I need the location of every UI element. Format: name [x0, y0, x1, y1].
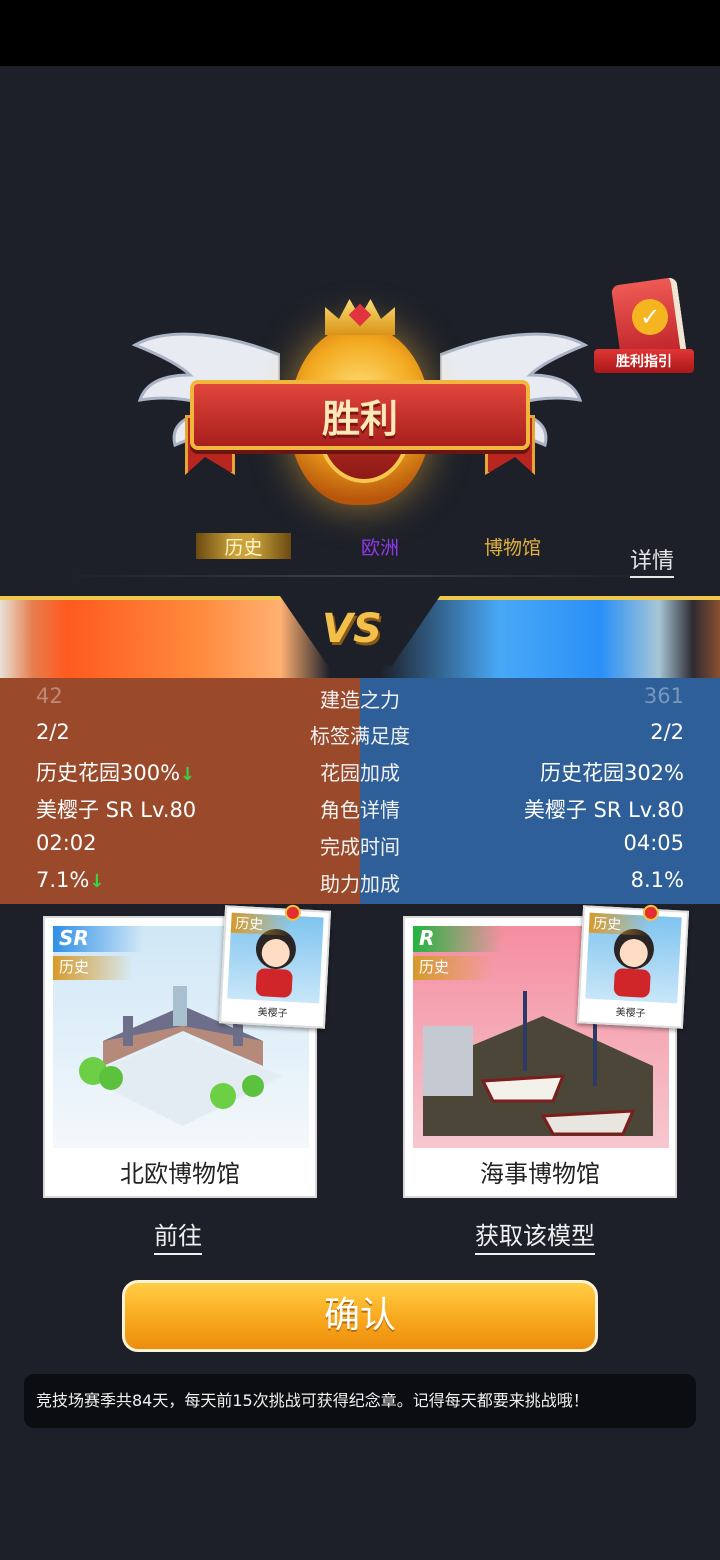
stat-row-build-power: 42 建造之力 361 [0, 684, 720, 720]
stat-label: 花园加成 [320, 761, 400, 785]
stat-right-value: 8.1% [630, 868, 684, 892]
victory-guide-button[interactable]: ✓ 胜利指引 [590, 275, 710, 385]
stats-table: 42 建造之力 361 2/2 标签满足度 2/2 历史花园300%↓ 花园加成… [0, 678, 720, 904]
victory-title: 胜利 [321, 396, 398, 441]
obtain-model-link[interactable]: 获取该模型 [475, 1216, 595, 1255]
stat-row-character-details: 美樱子 SR Lv.80 角色详情 美樱子 SR Lv.80 [0, 794, 720, 830]
tag-europe: 欧洲 [360, 536, 399, 559]
vs-banner: VS [0, 596, 720, 688]
character-portrait: 历史 [585, 912, 682, 1004]
tag-history: 历史 [196, 533, 291, 559]
stat-label: 角色详情 [320, 798, 400, 822]
stat-left-value: 2/2 [36, 720, 70, 744]
stat-left-value: 历史花园300%↓ [36, 757, 195, 787]
stat-left-value: 7.1%↓ [36, 868, 104, 892]
stat-label: 助力加成 [320, 872, 400, 896]
season-notice: 竞技场赛季共84天，每天前15次挑战可获得纪念章。记得每天都要来挑战哦！ [24, 1374, 696, 1428]
stat-row-completion-time: 02:02 完成时间 04:05 [0, 831, 720, 867]
rarity-badge: SR [53, 926, 143, 952]
building-title: 海事博物馆 [480, 1160, 600, 1188]
tag-museum: 博物馆 [483, 536, 541, 559]
stat-right-value: 美樱子 SR Lv.80 [523, 798, 684, 822]
player-left-avatar [0, 596, 330, 688]
stat-label: 建造之力 [320, 688, 400, 712]
down-arrow-icon: ↓ [180, 764, 196, 785]
victory-ribbon: 胜利 [190, 380, 530, 450]
goto-link[interactable]: 前往 [154, 1216, 202, 1255]
stat-left-value: 02:02 [36, 831, 97, 855]
stat-left-value: 美樱子 SR Lv.80 [36, 798, 197, 822]
stat-row-tag-satisfaction: 2/2 标签满足度 2/2 [0, 720, 720, 756]
stat-label: 完成时间 [320, 835, 400, 859]
stat-left-text: 历史花园300% [36, 761, 181, 785]
victory-guide-label: 胜利指引 [594, 349, 694, 373]
checkmark-icon: ✓ [632, 299, 668, 335]
card-tag: 历史 [413, 956, 493, 980]
character-portrait: 历史 [227, 912, 324, 1004]
stat-row-assist-bonus: 7.1%↓ 助力加成 8.1% [0, 868, 720, 904]
stat-right-value: 2/2 [650, 720, 684, 744]
stat-right-value: 361 [643, 684, 684, 708]
stat-left-value: 42 [36, 684, 63, 708]
character-name: 美樱子 [615, 1007, 646, 1020]
stat-row-garden-bonus: 历史花园300%↓ 花园加成 历史花园302% [0, 757, 720, 793]
status-bar [0, 0, 720, 66]
building-title: 北欧博物馆 [120, 1160, 240, 1188]
stat-left-text: 7.1% [36, 868, 90, 892]
character-card-right[interactable]: 历史 美樱子 [576, 904, 690, 1029]
character-card-left[interactable]: 历史 美樱子 [218, 904, 332, 1029]
stat-right-value: 历史花园302% [539, 761, 684, 785]
divider [60, 575, 660, 577]
confirm-button[interactable]: 确认 [122, 1280, 598, 1352]
player-right-avatar [380, 596, 720, 688]
down-arrow-icon: ↓ [89, 871, 105, 892]
stat-label: 标签满足度 [310, 724, 410, 748]
character-tag: 历史 [230, 912, 292, 936]
victory-emblem: 胜利 [130, 295, 590, 525]
vs-label: VS [322, 606, 382, 652]
rarity-badge: R [413, 926, 503, 952]
details-link[interactable]: 详情 [630, 543, 675, 578]
character-name: 美樱子 [257, 1007, 288, 1020]
character-tag: 历史 [588, 912, 650, 936]
card-tag: 历史 [53, 956, 133, 980]
stat-right-value: 04:05 [623, 831, 684, 855]
